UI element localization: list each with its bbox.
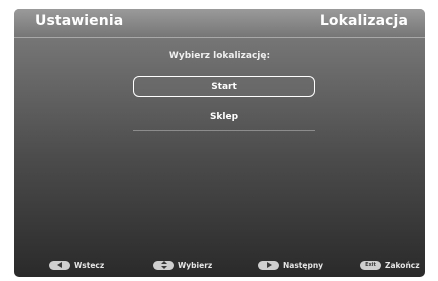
hint-back-label: Wstecz: [74, 260, 105, 270]
left-arrow-icon: [49, 260, 70, 270]
hint-select-label: Wybierz: [178, 260, 213, 270]
hint-exit-label: Zakończ: [385, 260, 420, 270]
hint-next-label: Następny: [283, 260, 324, 270]
footer-hints: Wstecz Wybierz Następny Exit Zakończ: [14, 257, 425, 273]
option-divider: [133, 130, 315, 131]
header-left-title: Ustawienia: [35, 13, 124, 29]
header-bar: Ustawienia Lokalizacja: [14, 9, 425, 37]
location-prompt: Wybierz lokalizację:: [168, 51, 271, 61]
option-shop[interactable]: Sklep: [133, 107, 315, 128]
hint-exit[interactable]: Exit Zakończ: [360, 257, 420, 273]
hint-next[interactable]: Następny: [258, 257, 323, 273]
hint-select[interactable]: Wybierz: [153, 257, 212, 273]
right-arrow-icon: [258, 260, 279, 270]
exit-key-icon: Exit: [360, 260, 381, 270]
exit-key-text: Exit: [365, 262, 376, 268]
up-down-arrow-icon: [153, 260, 174, 270]
tv-settings-screen: Ustawienia Lokalizacja Wybierz lokalizac…: [14, 9, 425, 277]
option-start[interactable]: Start: [133, 76, 315, 97]
header-divider: [14, 37, 425, 38]
header-right-title: Lokalizacja: [319, 13, 408, 29]
hint-back[interactable]: Wstecz: [49, 257, 104, 273]
